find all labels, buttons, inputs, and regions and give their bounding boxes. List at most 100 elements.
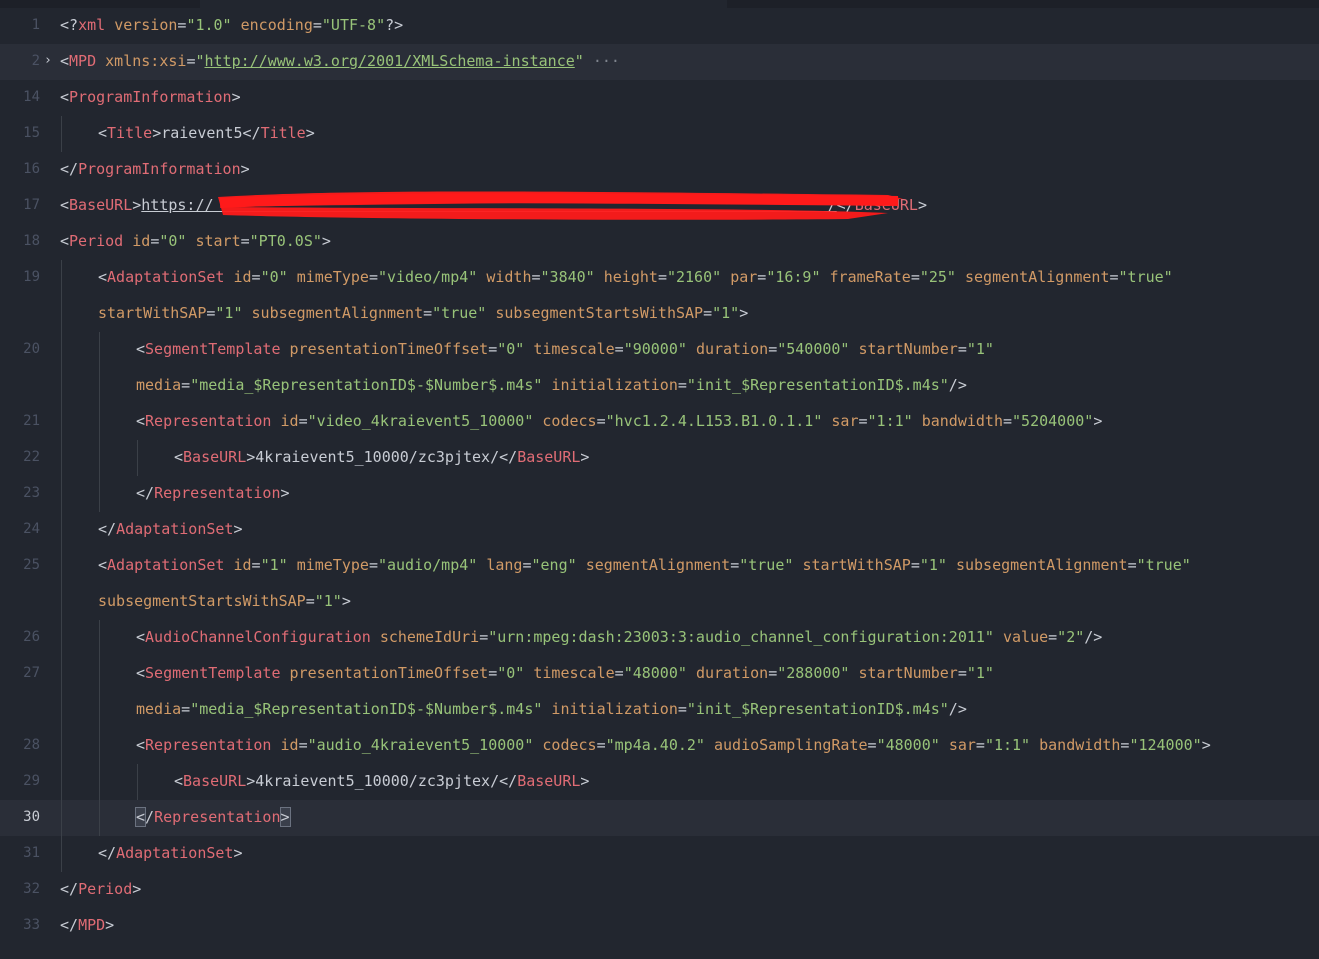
token-punc: = [957,664,967,682]
indent-guide [99,728,100,764]
tab-bar [0,0,1319,8]
token-tag: MPD [69,52,97,70]
code-line[interactable]: media="media_$RepresentationID$-$Number$… [0,368,1319,404]
token-str: "48000" [623,664,687,682]
token-str: "540000" [777,340,850,358]
token-punc: / [145,808,155,826]
token-attr: media [136,700,182,718]
token-attr: timescale [533,664,615,682]
code-text: </MPD> [60,908,114,942]
code-line[interactable]: 21 <Representation id="video_4kraievent5_… [0,404,1319,440]
line-number: 23 [23,485,40,501]
token-str: "124000" [1129,736,1202,754]
token-punc: = [757,268,767,286]
code-line[interactable]: 22 <BaseURL>4kraievent5_10000/zc3pjtex/</… [0,440,1319,476]
code-line[interactable]: 19 <AdaptationSet id="0" mimeType="video/… [0,260,1319,296]
code-line[interactable]: 23 </Representation> [0,476,1319,512]
code-line[interactable]: 26 <AudioChannelConfiguration schemeIdUri… [0,620,1319,656]
token-punc [705,736,714,754]
token-str: "1:1" [984,736,1031,754]
token-punc: = [910,268,920,286]
token-str: "48000" [876,736,940,754]
code-line[interactable]: 16 </ProgramInformation> [0,152,1319,188]
token-punc: = [975,736,985,754]
active-tab[interactable] [200,0,727,8]
token-tag: AdaptationSet [107,556,225,574]
token-punc: = [522,556,532,574]
line-number: 17 [23,197,40,213]
token-punc: > [917,196,927,214]
token-punc: = [298,736,308,754]
code-line[interactable]: 24 </AdaptationSet> [0,512,1319,548]
code-line[interactable]: 28 <Representation id="audio_4kraievent5_… [0,728,1319,764]
token-punc: = [181,376,191,394]
code-line[interactable]: 32 </Period> [0,872,1319,908]
token-attr: startNumber [858,340,958,358]
token-str: "1:1" [867,412,913,430]
code-line[interactable]: subsegmentStartsWithSAP="1"> [0,584,1319,620]
token-punc: = [1048,628,1058,646]
token-str: "1" [919,556,947,574]
line-number: 28 [23,737,40,753]
token-str: "1" [314,592,342,610]
code-line[interactable]: 15 <Title>raievent5</Title> [0,116,1319,152]
token-attr: mimeType [296,268,369,286]
code-line[interactable]: 27 <SegmentTemplate presentationTimeOffse… [0,656,1319,692]
token-punc: > [240,160,250,178]
token-attr: media [136,376,182,394]
code-line[interactable]: 1 <?xml version="1.0" encoding="UTF-8"?> [0,8,1319,44]
token-punc: < [174,772,184,790]
token-punc: = [1109,268,1119,286]
fold-chevron-icon[interactable]: › [44,44,52,78]
indent-guide [99,620,100,656]
line-number: 33 [23,917,40,933]
code-line[interactable]: 2 › <MPD xmlns:xsi="http://www.w3.org/2001… [0,44,1319,80]
code-line[interactable]: startWithSAP="1" subsegmentAlignment="tr… [0,296,1319,332]
indent-guide [61,368,62,404]
code-line[interactable]: 14 <ProgramInformation> [0,80,1319,116]
token-attr: id [233,268,252,286]
indent-guide [61,836,62,872]
token-punc: > [341,592,351,610]
token-punc: </ [499,448,518,466]
token-punc: = [614,340,624,358]
code-text: </AdaptationSet> [98,836,243,870]
token-str: "PT0.0S" [249,232,322,250]
code-line[interactable]: 20 <SegmentTemplate presentationTimeOffse… [0,332,1319,368]
code-line[interactable]: 29 <BaseURL>4kraievent5_10000/zc3pjtex/</… [0,764,1319,800]
indent-guide [99,692,100,728]
token-punc: = [488,340,498,358]
line-number: 27 [23,665,40,681]
code-line[interactable]: 31 </AdaptationSet> [0,836,1319,872]
code-line[interactable]: media="media_$RepresentationID$-$Number$… [0,692,1319,728]
token-attr: value [1002,628,1049,646]
token-text: 4kraievent5_10000/zc3pjtex/ [255,448,500,466]
token-punc: > [246,772,256,790]
line-number: 25 [23,557,40,573]
token-attr: segmentAlignment [585,556,731,574]
token-attr: startWithSAP [98,304,207,322]
code-editor[interactable]: 1 <?xml version = "1.0" encoding = "UTF-8"?> 2… [0,8,1319,959]
line-number: 14 [23,89,40,105]
token-attr: subsegmentStartsWithSAP [98,592,306,610]
token-tag: xml [78,16,106,34]
token-punc: </ [60,160,79,178]
token-attr: initialization [551,700,678,718]
token-attr: duration [695,340,769,358]
code-line[interactable]: 18 <Period id="0" start="PT0.0S"> [0,224,1319,260]
code-line[interactable]: 25 <AdaptationSet id="1" mimeType="audio/… [0,548,1319,584]
token-attr: id [233,556,252,574]
code-line[interactable]: 33 </MPD> [0,908,1319,944]
token-tag: BaseURL [69,196,133,214]
indent-guide [61,728,62,764]
token-punc: > [132,196,142,214]
indent-guide [61,656,62,692]
token-tag: SegmentTemplate [145,664,281,682]
token-punc: = [1127,556,1137,574]
token-punc: < [60,196,70,214]
token-punc: < [60,232,70,250]
code-line[interactable]: 30 </Representation> [0,800,1319,836]
token-attr: startWithSAP [802,556,911,574]
token-punc: > [105,916,115,934]
token-str: "1" [966,664,994,682]
